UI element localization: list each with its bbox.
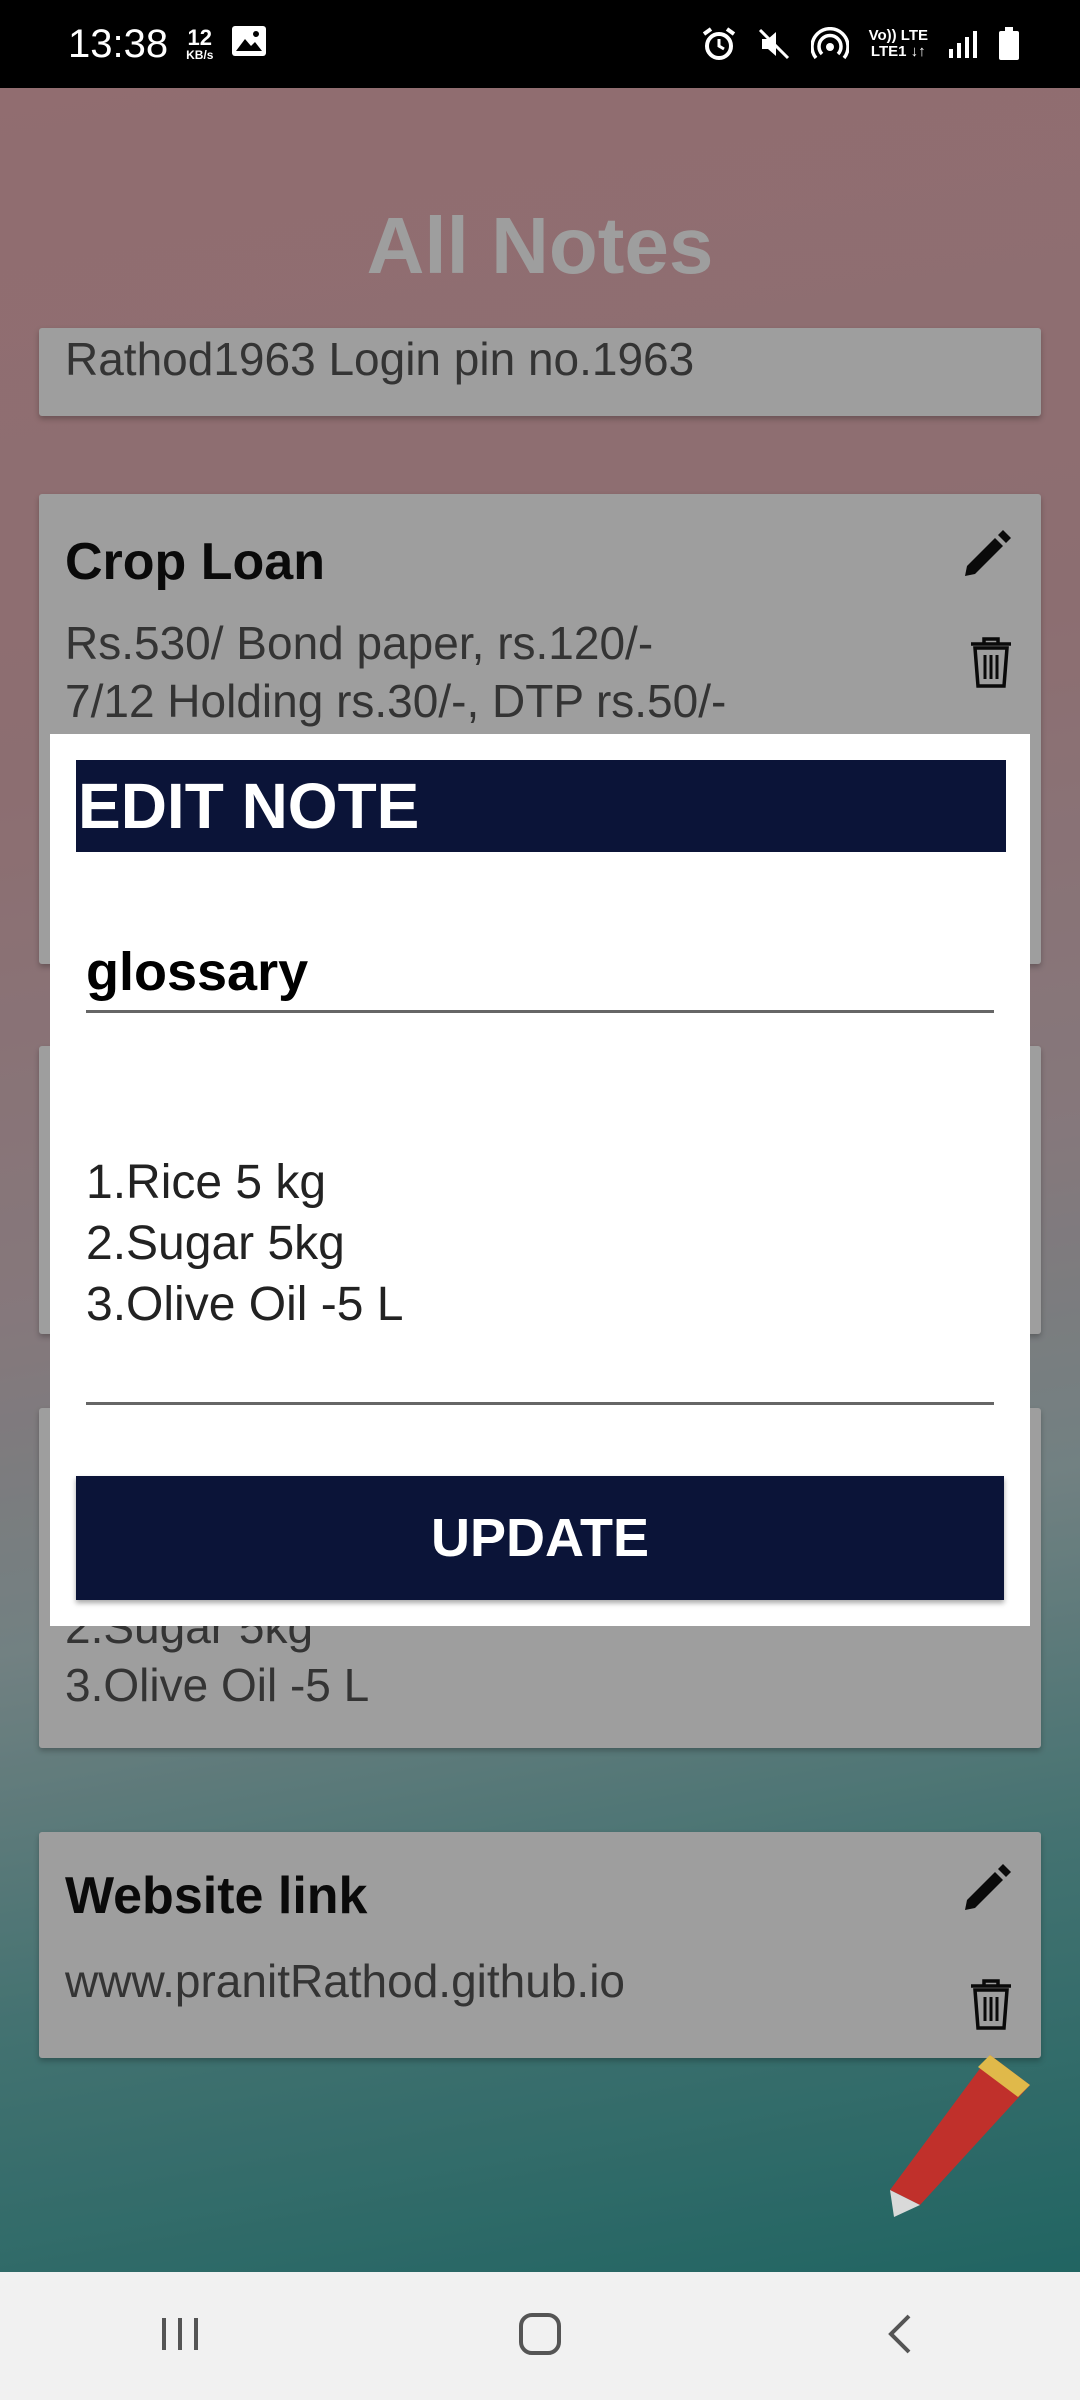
back-icon [885, 2312, 915, 2361]
status-bar: 13:38 12 KB/s Vo)) LTE LTE1 ↓↑ [0, 0, 1080, 88]
recents-icon [158, 2314, 202, 2359]
back-button[interactable] [840, 2296, 960, 2376]
status-time: 13:38 [68, 21, 169, 66]
lte-bottom: LTE1 ↓↑ [870, 43, 926, 60]
network-speed-value: 12 [187, 25, 213, 50]
dialog-title: EDIT NOTE [76, 760, 1006, 852]
edit-note-dialog: EDIT NOTE 1.Rice 5 kg 2.Sugar 5kg 3.Oliv… [50, 734, 1030, 1626]
note-title-input[interactable] [86, 934, 994, 1013]
pencil-icon [890, 2055, 1040, 2229]
network-speed-unit: KB/s [186, 48, 214, 62]
hotspot-icon [810, 27, 849, 61]
battery-icon [998, 27, 1020, 61]
update-button[interactable]: UPDATE [76, 1476, 1004, 1600]
home-icon [517, 2311, 563, 2362]
add-note-button[interactable] [890, 2045, 1040, 2230]
network-speed: 12 KB/s [186, 25, 214, 62]
lte-indicator: Vo)) LTE LTE1 ↓↑ [868, 26, 928, 61]
lte-top: Vo)) LTE [868, 26, 928, 44]
image-notification-icon [231, 22, 267, 67]
alarm-icon [701, 26, 737, 62]
home-button[interactable] [480, 2296, 600, 2376]
signal-icon [948, 29, 978, 59]
recents-button[interactable] [120, 2296, 240, 2376]
navigation-bar [0, 2272, 1080, 2400]
note-body-input[interactable]: 1.Rice 5 kg 2.Sugar 5kg 3.Olive Oil -5 L [86, 1152, 994, 1405]
mute-icon [757, 27, 791, 61]
